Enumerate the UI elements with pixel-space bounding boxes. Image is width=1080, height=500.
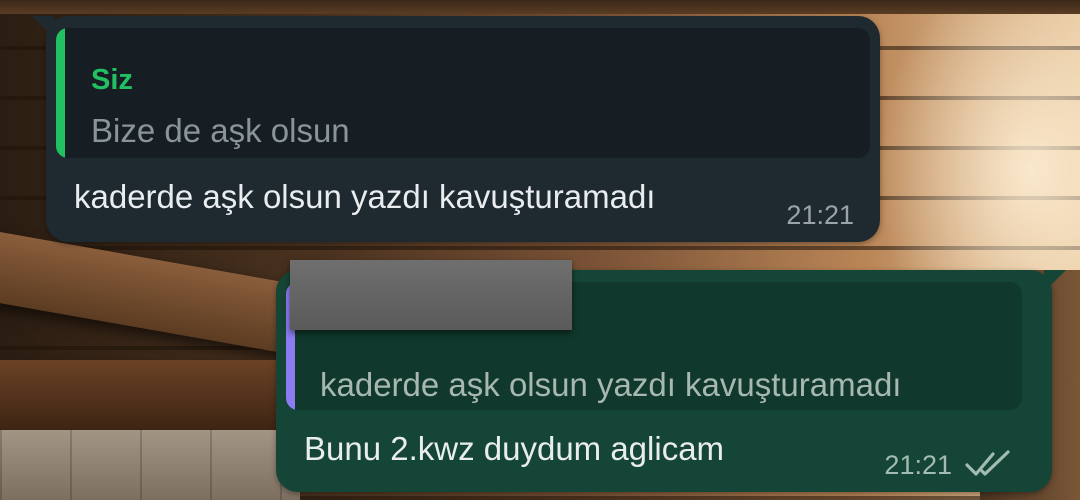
- redacted-sender-name: [290, 260, 572, 330]
- quoted-message-text: Bize de aşk olsun: [91, 112, 350, 149]
- quoted-reply[interactable]: Siz Bize de aşk olsun: [56, 28, 870, 158]
- wallpaper-shelf: [0, 360, 300, 430]
- incoming-message-bubble[interactable]: Siz Bize de aşk olsun kaderde aşk olsun …: [32, 16, 880, 242]
- message-text: Bunu 2.kwz duydum aglicam: [304, 430, 725, 467]
- message-time: 21:21: [884, 450, 952, 480]
- quoted-message-text: kaderde aşk olsun yazdı kavuşturamadı: [320, 366, 902, 403]
- bubble-tail: [32, 16, 54, 38]
- quoted-sender-name: Siz: [91, 64, 133, 96]
- bubble-tail: [1044, 270, 1066, 292]
- message-time: 21:21: [786, 200, 854, 230]
- double-check-icon: [965, 450, 1010, 476]
- wallpaper-beam: [0, 0, 1080, 14]
- quote-accent-bar: [56, 28, 65, 158]
- wallpaper-stone: [0, 430, 300, 500]
- message-text: kaderde aşk olsun yazdı kavuşturamadı: [74, 178, 656, 215]
- outgoing-message-bubble[interactable]: kaderde aşk olsun yazdı kavuşturamadı Bu…: [276, 260, 1066, 492]
